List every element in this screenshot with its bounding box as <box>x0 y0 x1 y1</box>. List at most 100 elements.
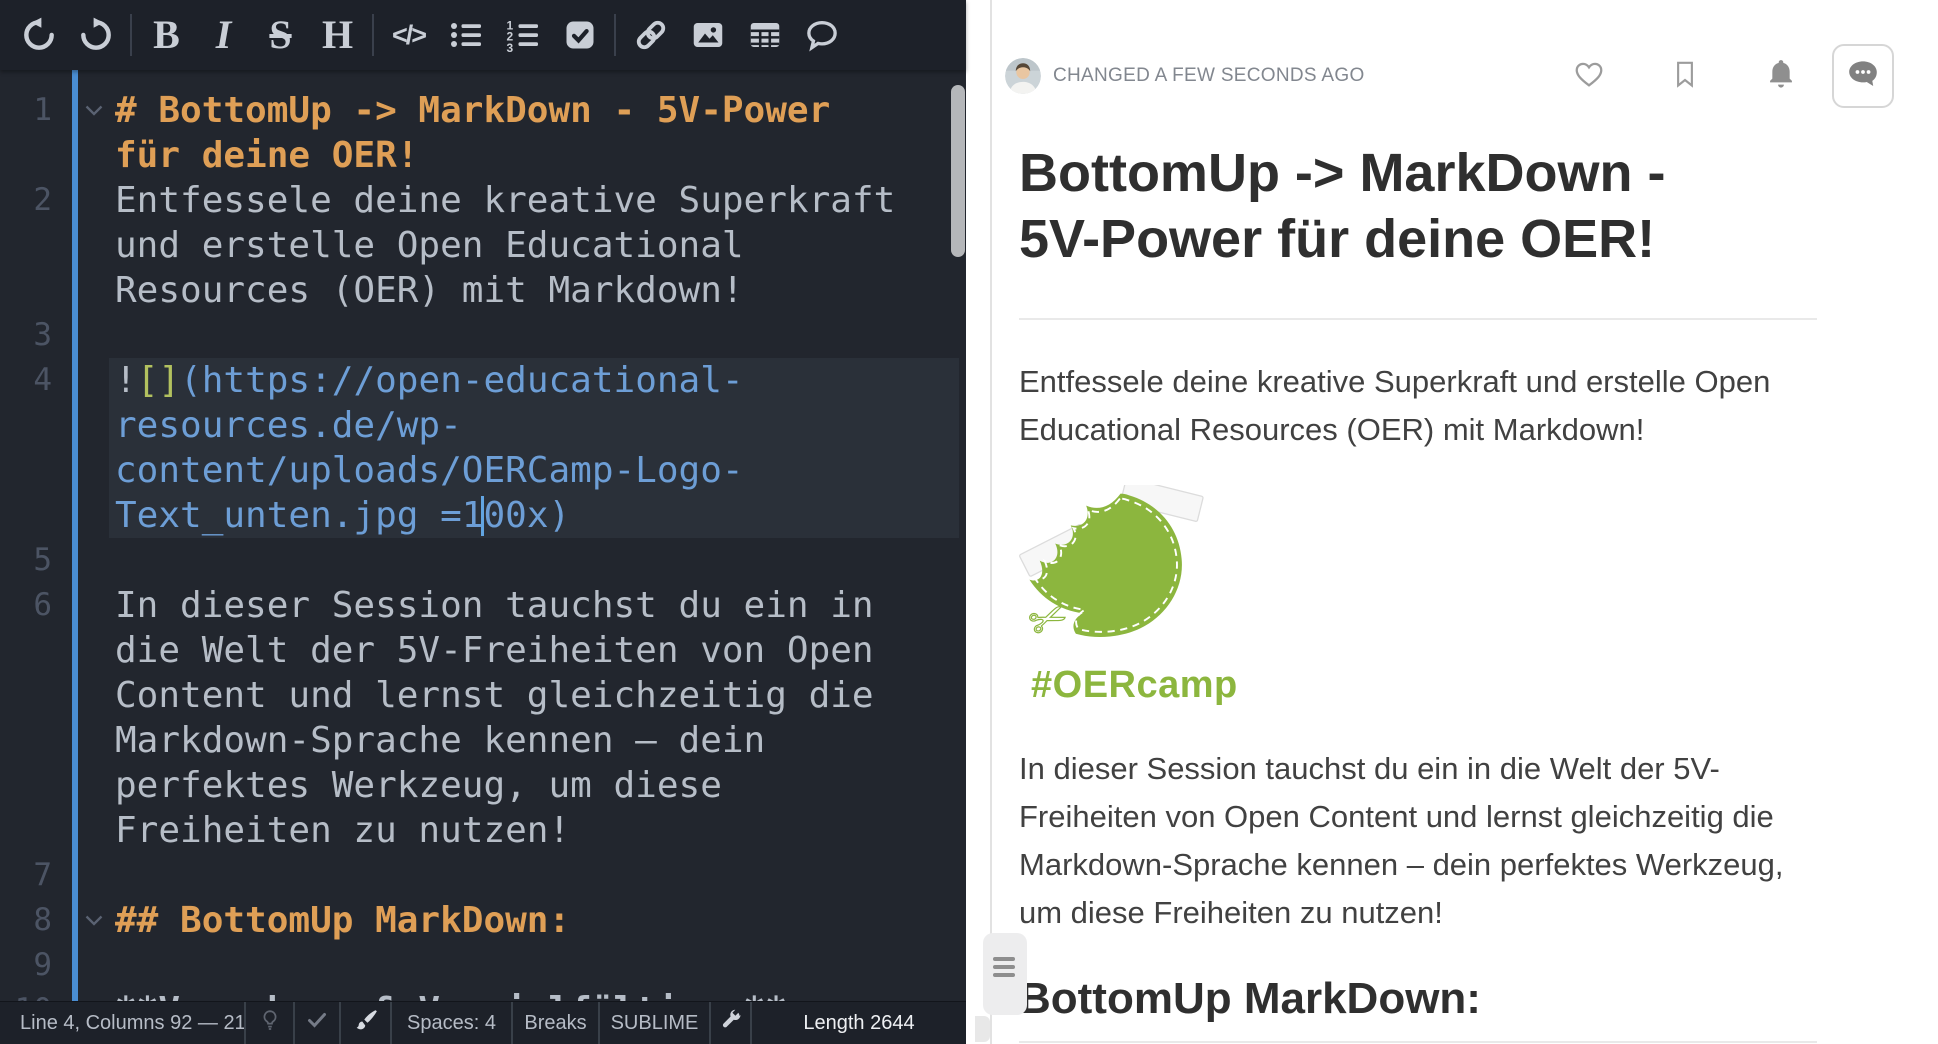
editor-scrollbar-thumb[interactable] <box>951 85 965 257</box>
editor-line-row[interactable] <box>109 943 959 988</box>
bullet-list-icon <box>448 17 484 53</box>
comment-bubble-icon <box>1845 56 1881 97</box>
theme-button[interactable] <box>341 1002 392 1044</box>
editor-line-row[interactable]: content/uploads/OERCamp-Logo- <box>109 448 959 493</box>
svg-text:3: 3 <box>506 41 513 53</box>
editor-line-row[interactable]: ![](https://open-educational- <box>109 358 959 403</box>
code-token: # BottomUp -> MarkDown - 5V-Power <box>115 90 830 131</box>
fold-arrow-icon[interactable] <box>82 88 106 133</box>
editor-line-row[interactable] <box>109 853 959 898</box>
night-mode-button[interactable] <box>246 1002 295 1044</box>
code-token: Resources (OER) mit Markdown! <box>115 270 744 311</box>
code-token: ! <box>115 360 137 401</box>
last-changed-text: CHANGED A FEW SECONDS AGO <box>1053 65 1365 87</box>
code-token: und erstelle Open Educational <box>115 225 744 266</box>
editor-line-row[interactable] <box>109 313 959 358</box>
editor-line-row[interactable]: Entfessele deine kreative Superkraft <box>109 178 959 223</box>
comment-icon <box>803 16 841 54</box>
bell-icon <box>1765 58 1797 95</box>
toc-secondary-handle[interactable] <box>975 1016 990 1042</box>
line-number: 7 <box>33 853 52 898</box>
editor-line-row[interactable]: # BottomUp -> MarkDown - 5V-Power <box>109 88 959 133</box>
heart-icon <box>1573 58 1605 95</box>
indent-status[interactable]: Spaces: 4 <box>392 1002 513 1044</box>
spellcheck-button[interactable] <box>295 1002 341 1044</box>
bullet-list-button[interactable] <box>437 0 494 70</box>
toolbar-separator <box>614 14 616 56</box>
avatar[interactable] <box>1005 58 1041 94</box>
comment-button[interactable] <box>793 0 850 70</box>
link-button[interactable] <box>622 0 679 70</box>
keymap-status[interactable]: SUBLIME <box>600 1002 711 1044</box>
editor-line-row[interactable] <box>109 538 959 583</box>
link-icon <box>632 16 670 54</box>
editor-line-row[interactable]: Freiheiten zu nutzen! <box>109 808 959 853</box>
editor-line-row[interactable]: **Verwahren & Vervielfältigen** <box>109 988 959 1001</box>
wrench-icon <box>719 1008 743 1038</box>
editor-line-row[interactable]: und erstelle Open Educational <box>109 223 959 268</box>
toc-handle-icon <box>993 957 1015 981</box>
line-number: 5 <box>33 538 52 583</box>
linebreak-status[interactable]: Breaks <box>513 1002 600 1044</box>
numbered-list-button[interactable]: 123 <box>494 0 551 70</box>
editor-line-row[interactable]: Resources (OER) mit Markdown! <box>109 268 959 313</box>
check-list-button[interactable] <box>551 0 608 70</box>
editor-line-row[interactable]: resources.de/wp- <box>109 403 959 448</box>
code-token: Content und lernst gleichzeitig die <box>115 675 874 716</box>
notifications-button[interactable] <box>1764 59 1798 93</box>
code-token: **Verwahren & Vervielfältigen** <box>115 990 787 1001</box>
toc-toggle-handle[interactable] <box>983 933 1027 1015</box>
code-button[interactable]: </> <box>380 0 437 70</box>
cursor-position-status: Line 4, Columns 92 — 21 <box>0 1002 246 1044</box>
preview-header: CHANGED A FEW SECONDS AGO <box>1005 44 1938 108</box>
editor-line-row[interactable]: Markdown-Sprache kennen – dein <box>109 718 959 763</box>
code-token: resources.de/wp- <box>115 405 462 446</box>
undo-button[interactable] <box>10 0 67 70</box>
paragraph-intro: Entfessele deine kreative Superkraft und… <box>1019 358 1817 454</box>
editor-line-row[interactable]: Content und lernst gleichzeitig die <box>109 673 959 718</box>
italic-button[interactable]: I <box>195 0 252 70</box>
line-number: 4 <box>33 358 52 403</box>
bookmark-icon <box>1670 59 1700 94</box>
like-button[interactable] <box>1572 59 1606 93</box>
table-button[interactable] <box>736 0 793 70</box>
heading-button[interactable]: H <box>309 0 366 70</box>
fold-arrow-icon[interactable] <box>82 898 106 943</box>
code-token: ## BottomUp MarkDown: <box>115 900 570 941</box>
toolbar-separator <box>130 14 132 56</box>
redo-button[interactable] <box>67 0 124 70</box>
redo-icon <box>77 16 115 54</box>
editor-line-row[interactable]: Text_unten.jpg =100x) <box>109 493 959 538</box>
code-token: Markdown-Sprache kennen – dein <box>115 720 765 761</box>
editor-toolbar: B I S H </> 123 <box>0 0 966 70</box>
bold-button[interactable]: B <box>138 0 195 70</box>
line-number: 9 <box>33 943 52 988</box>
editor-code-area[interactable]: 12345678910 # BottomUp -> MarkDown - 5V-… <box>0 70 966 1001</box>
line-number: 2 <box>33 178 52 223</box>
bookmark-button[interactable] <box>1668 59 1702 93</box>
pane-resizer[interactable] <box>966 0 990 1044</box>
image-button[interactable] <box>679 0 736 70</box>
oercamp-logo: ✂ #OERcamp <box>1019 485 1219 707</box>
check-icon <box>305 1008 329 1038</box>
editor-line-row[interactable]: In dieser Session tauchst du ein in <box>109 583 959 628</box>
code-token: Freiheiten zu nutzen! <box>115 810 570 851</box>
editor-line-row[interactable]: die Welt der 5V-Freiheiten von Open <box>109 628 959 673</box>
editor-line-row[interactable]: perfektes Werkzeug, um diese <box>109 763 959 808</box>
paragraph-session: In dieser Session tauchst du ein in die … <box>1019 745 1817 937</box>
logo-caption: #OERcamp <box>1031 664 1219 707</box>
editor-line-row[interactable]: für deine OER! <box>109 133 959 178</box>
editor-fold-column <box>78 70 109 1001</box>
code-token: In dieser Session tauchst du ein in <box>115 585 874 626</box>
strikethrough-icon: S <box>269 15 291 55</box>
preferences-button[interactable] <box>711 1002 752 1044</box>
editor-line-row[interactable]: ## BottomUp MarkDown: <box>109 898 959 943</box>
code-token: (https://open-educational- <box>180 360 744 401</box>
bold-icon: B <box>153 15 180 55</box>
table-icon <box>747 17 783 53</box>
strikethrough-button[interactable]: S <box>252 0 309 70</box>
code-token: 00x) <box>483 495 570 536</box>
lightbulb-icon <box>258 1008 282 1038</box>
code-token: content/uploads/OERCamp-Logo- <box>115 450 744 491</box>
comments-panel-button[interactable] <box>1832 44 1894 108</box>
